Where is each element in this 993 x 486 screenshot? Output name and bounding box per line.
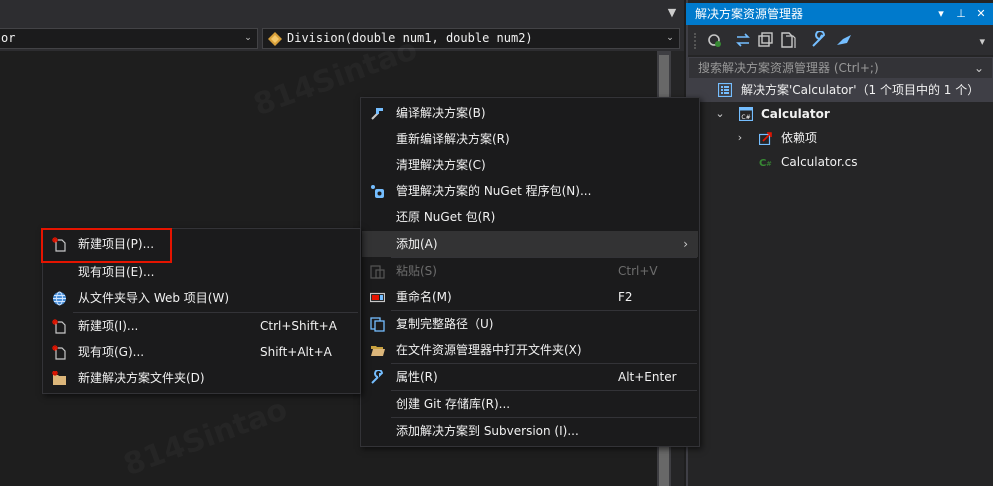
menu-item-create-git-repo[interactable]: 创建 Git 存储库(R)... <box>362 391 698 417</box>
menu-item-label: 添加(A) <box>396 237 438 251</box>
highlight-annotation-box <box>41 228 172 263</box>
chevron-down-icon: ⌄ <box>666 33 674 43</box>
menu-item-label: 重命名(M) <box>396 290 452 304</box>
properties-icon[interactable] <box>810 31 828 49</box>
menu-item-clean-solution[interactable]: 清理解决方案(C) <box>362 152 698 178</box>
type-dropdown[interactable]: or ⌄ <box>0 28 258 49</box>
menu-item-new-solution-folder[interactable]: 新建解决方案文件夹(D) <box>44 365 359 391</box>
existing-item-icon <box>52 345 66 360</box>
menu-item-label: 现有项(G)... <box>78 345 145 359</box>
tree-item-label: 解决方案'Calculator'（1 个项目中的 1 个） <box>741 83 980 97</box>
collapse-all-icon[interactable] <box>756 31 774 49</box>
new-item-icon <box>52 319 66 334</box>
rename-icon <box>370 292 385 303</box>
method-icon <box>268 32 282 46</box>
csharp-file-icon: C # <box>759 158 772 169</box>
menu-item-paste[interactable]: 粘贴(S) Ctrl+V <box>362 258 698 284</box>
menu-item-label: 属性(R) <box>396 370 438 384</box>
dependencies-icon <box>759 132 772 145</box>
show-all-files-icon[interactable] <box>779 31 797 49</box>
collapsed-arrow-icon[interactable]: › <box>734 126 746 150</box>
panel-title: 解决方案资源管理器 <box>695 7 804 21</box>
solution-icon <box>718 83 732 97</box>
copy-path-icon <box>370 317 385 332</box>
tree-item-project[interactable]: ⌄ C# Calculator <box>688 102 993 126</box>
chevron-down-icon: ⌄ <box>244 33 252 43</box>
menu-item-existing-item[interactable]: 现有项(G)... Shift+Alt+A <box>44 339 359 365</box>
wrench-icon <box>371 370 384 384</box>
search-placeholder: 搜索解决方案资源管理器 (Ctrl+;) <box>698 61 879 75</box>
menu-item-properties[interactable]: 属性(R) Alt+Enter <box>362 364 698 390</box>
toolbar-overflow-icon[interactable]: ▾ <box>979 35 985 48</box>
navigation-bar: or ⌄ Division(double num1, double num2) … <box>0 27 684 51</box>
menu-item-open-in-explorer[interactable]: 在文件资源管理器中打开文件夹(X) <box>362 337 698 363</box>
menu-item-build-solution[interactable]: 编译解决方案(B) <box>362 100 698 126</box>
menu-item-label: 添加解决方案到 Subversion (I)... <box>396 424 579 438</box>
sync-icon[interactable] <box>705 31 723 49</box>
solution-explorer-toolbar: ▾ <box>688 25 993 55</box>
member-dropdown[interactable]: Division(double num1, double num2) ⌄ <box>262 28 680 49</box>
solution-explorer-search-input[interactable]: 搜索解决方案资源管理器 (Ctrl+;) ⌄ <box>688 57 993 79</box>
menu-item-shortcut: Ctrl+Shift+A <box>260 319 337 333</box>
solution-context-menu: 编译解决方案(B) 重新编译解决方案(R) 清理解决方案(C) 管理解决方案的 … <box>360 97 700 447</box>
tree-item-label: 依赖项 <box>781 131 818 145</box>
toolbar-grip <box>694 33 698 49</box>
tab-overflow-chevron-icon[interactable]: ▼ <box>664 5 680 21</box>
menu-item-label: 清理解决方案(C) <box>396 158 486 172</box>
tree-item-label: Calculator.cs <box>781 155 858 169</box>
menu-item-shortcut: Shift+Alt+A <box>260 345 332 359</box>
window-position-icon[interactable]: ▾ <box>931 3 951 25</box>
tree-item-dependencies[interactable]: › 依赖项 <box>688 126 993 150</box>
menu-item-label: 粘贴(S) <box>396 264 437 278</box>
menu-item-label: 重新编译解决方案(R) <box>396 132 510 146</box>
menu-item-label: 编译解决方案(B) <box>396 106 486 120</box>
pin-icon[interactable]: ⊥ <box>951 3 971 25</box>
menu-item-label: 管理解决方案的 NuGet 程序包(N)... <box>396 184 592 198</box>
menu-item-label: 还原 NuGet 包(R) <box>396 210 496 224</box>
menu-item-label: 新建项(I)... <box>78 319 139 333</box>
menu-item-shortcut: Ctrl+V <box>618 264 658 278</box>
menu-item-label: 复制完整路径（U) <box>396 317 494 331</box>
chevron-down-icon[interactable]: ⌄ <box>974 58 984 78</box>
menu-item-label: 新建解决方案文件夹(D) <box>78 371 205 385</box>
menu-item-new-item[interactable]: 新建项(I)... Ctrl+Shift+A <box>44 313 359 339</box>
switch-views-icon[interactable] <box>734 31 752 49</box>
menu-item-label: 创建 Git 存储库(R)... <box>396 397 511 411</box>
globe-icon <box>53 291 66 306</box>
tree-item-file[interactable]: C # Calculator.cs <box>688 150 993 174</box>
nuget-icon <box>371 185 384 198</box>
menu-item-shortcut: F2 <box>618 290 633 304</box>
type-dropdown-value: or <box>1 31 16 45</box>
tree-item-label: Calculator <box>761 107 830 121</box>
preview-icon[interactable] <box>835 31 853 49</box>
expanded-arrow-icon[interactable]: ⌄ <box>714 102 726 126</box>
menu-item-shortcut: Alt+Enter <box>618 370 677 384</box>
menu-item-import-web-project[interactable]: 从文件夹导入 Web 项目(W) <box>44 285 359 311</box>
menu-item-copy-full-path[interactable]: 复制完整路径（U) <box>362 311 698 337</box>
tree-item-solution[interactable]: 解决方案'Calculator'（1 个项目中的 1 个） <box>688 78 993 102</box>
document-tab-strip <box>0 0 684 27</box>
csharp-project-icon: C# <box>739 107 753 121</box>
solution-explorer-title-bar: 解决方案资源管理器 ▾ ⊥ ✕ <box>686 3 993 25</box>
submenu-arrow-icon: › <box>683 237 688 251</box>
menu-item-label: 在文件资源管理器中打开文件夹(X) <box>396 343 582 357</box>
menu-item-restore-nuget[interactable]: 还原 NuGet 包(R) <box>362 204 698 230</box>
paste-icon <box>370 265 385 279</box>
menu-item-rename[interactable]: 重命名(M) F2 <box>362 284 698 310</box>
build-icon <box>371 108 383 120</box>
close-icon[interactable]: ✕ <box>971 3 991 25</box>
svg-text:C#: C# <box>741 114 750 121</box>
menu-item-add-to-subversion[interactable]: 添加解决方案到 Subversion (I)... <box>362 418 698 444</box>
menu-item-rebuild-solution[interactable]: 重新编译解决方案(R) <box>362 126 698 152</box>
folder-open-icon <box>371 346 385 356</box>
menu-item-add[interactable]: 添加(A) › <box>362 231 698 257</box>
menu-item-manage-nuget[interactable]: 管理解决方案的 NuGet 程序包(N)... <box>362 178 698 204</box>
new-folder-icon <box>52 371 66 385</box>
menu-item-label: 从文件夹导入 Web 项目(W) <box>78 291 230 305</box>
svg-text:#: # <box>766 160 772 168</box>
